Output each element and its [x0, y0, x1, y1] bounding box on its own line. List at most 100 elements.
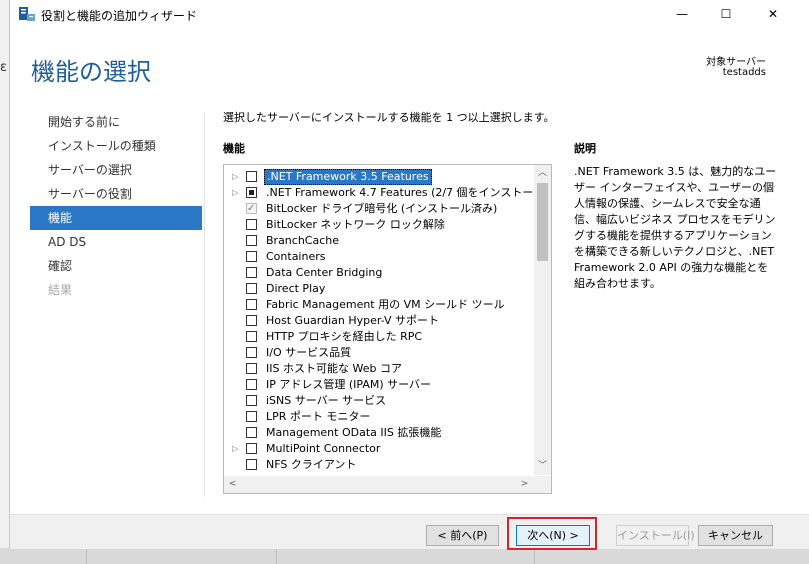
expand-arrow-icon[interactable]: ▷ [232, 441, 242, 457]
feature-checkbox[interactable] [246, 443, 257, 454]
feature-checkbox[interactable] [246, 395, 257, 406]
background-taskbar-segment [0, 548, 87, 564]
feature-row[interactable]: BitLocker ドライブ暗号化 (インストール済み) [224, 201, 532, 217]
feature-row[interactable]: I/O サービス品質 [224, 345, 532, 361]
target-server-label: 対象サーバー [706, 57, 766, 68]
feature-label[interactable]: IIS ホスト可能な Web コア [266, 361, 402, 377]
feature-checkbox[interactable] [246, 267, 257, 278]
feature-label[interactable]: .NET Framework 3.5 Features [264, 169, 432, 185]
nav-item-server-selection[interactable]: サーバーの選択 [30, 158, 202, 182]
page-title: 機能の選択 [31, 58, 151, 86]
target-server-value: testadds [722, 67, 766, 78]
feature-row[interactable]: Direct Play [224, 281, 532, 297]
feature-checkbox[interactable] [246, 171, 257, 182]
next-button-highlight-box [507, 517, 597, 550]
feature-label[interactable]: HTTP プロキシを経由した RPC [266, 329, 422, 345]
feature-row[interactable]: ▷ .NET Framework 4.7 Features (2/7 個をインスト… [224, 185, 551, 201]
feature-row[interactable]: Fabric Management 用の VM シールド ツール [224, 297, 532, 313]
server-manager-icon [19, 7, 35, 21]
background-window-edge [0, 0, 9, 564]
feature-checkbox[interactable] [246, 187, 257, 198]
nav-item-installation-type[interactable]: インストールの種類 [30, 134, 202, 158]
feature-checkbox[interactable] [246, 363, 257, 374]
title-bar[interactable]: 役割と機能の追加ウィザード — ☐ ✕ [10, 0, 809, 30]
feature-label[interactable]: Host Guardian Hyper-V サポート [266, 313, 439, 329]
features-tree[interactable]: ▷ .NET Framework 3.5 Features ▷ .NET Framew… [223, 164, 552, 494]
feature-row[interactable]: IP アドレス管理 (IPAM) サーバー [224, 377, 532, 393]
features-heading: 機能 [223, 142, 245, 155]
feature-label[interactable]: Data Center Bridging [266, 265, 382, 281]
feature-label[interactable]: MultiPoint Connector [266, 441, 380, 457]
feature-checkbox[interactable] [246, 235, 257, 246]
feature-label[interactable]: .NET Framework 4.7 Features (2/7 個をインストー… [266, 185, 551, 201]
feature-row[interactable]: Data Center Bridging [224, 265, 532, 281]
scroll-down-icon[interactable]: ﹀ [534, 458, 551, 475]
close-button[interactable]: ✕ [751, 0, 795, 28]
scroll-right-icon[interactable]: > [516, 476, 533, 493]
feature-checkbox[interactable] [246, 251, 257, 262]
feature-row[interactable]: BranchCache [224, 233, 532, 249]
minimize-button[interactable]: — [660, 0, 704, 28]
vertical-scrollbar[interactable]: ︿ ﹀ [534, 165, 551, 475]
scroll-left-icon[interactable]: < [224, 476, 241, 493]
feature-checkbox[interactable] [246, 459, 257, 470]
feature-checkbox[interactable] [246, 283, 257, 294]
feature-row[interactable]: ▷ .NET Framework 3.5 Features [224, 169, 532, 185]
feature-checkbox[interactable] [246, 347, 257, 358]
feature-label[interactable]: NFS クライアント [266, 457, 356, 473]
feature-row[interactable]: BitLocker ネットワーク ロック解除 [224, 217, 532, 233]
maximize-button[interactable]: ☐ [704, 0, 748, 28]
nav-item-features[interactable]: 機能 [30, 206, 202, 230]
feature-label[interactable]: BitLocker ネットワーク ロック解除 [266, 217, 445, 233]
feature-label[interactable]: IP アドレス管理 (IPAM) サーバー [266, 377, 431, 393]
feature-checkbox[interactable] [246, 379, 257, 390]
feature-row[interactable]: iSNS サーバー サービス [224, 393, 532, 409]
install-button: インストール(I) [616, 525, 695, 546]
nav-item-ad-ds[interactable]: AD DS [30, 230, 202, 254]
feature-label[interactable]: BranchCache [266, 233, 339, 249]
feature-checkbox[interactable] [246, 411, 257, 422]
feature-label[interactable]: Management OData IIS 拡張機能 [266, 425, 441, 441]
button-bar: < 前へ(P) 次へ(N) > インストール(I) キャンセル [10, 514, 809, 549]
screen: ε 役割と機能の追加ウィザード — ☐ ✕ 機能の選択 対象サーバー testa… [0, 0, 809, 564]
previous-button[interactable]: < 前へ(P) [426, 525, 499, 546]
scroll-up-icon[interactable]: ︿ [534, 165, 551, 182]
background-taskbar [0, 548, 809, 564]
feature-row[interactable]: NFS クライアント [224, 457, 532, 473]
feature-label[interactable]: Direct Play [266, 281, 325, 297]
instruction-text: 選択したサーバーにインストールする機能を 1 つ以上選択します。 [223, 111, 555, 124]
feature-label[interactable]: iSNS サーバー サービス [266, 393, 386, 409]
background-text-fragment: ε [0, 60, 8, 75]
cancel-button[interactable]: キャンセル [698, 525, 773, 546]
feature-row[interactable]: Host Guardian Hyper-V サポート [224, 313, 532, 329]
feature-row[interactable]: LPR ポート モニター [224, 409, 532, 425]
horizontal-scrollbar[interactable]: < > [224, 476, 551, 493]
feature-label[interactable]: Fabric Management 用の VM シールド ツール [266, 297, 505, 313]
feature-checkbox[interactable] [246, 331, 257, 342]
window-title: 役割と機能の追加ウィザード [41, 9, 198, 23]
feature-checkbox[interactable] [246, 427, 257, 438]
nav-item-server-roles[interactable]: サーバーの役割 [30, 182, 202, 206]
nav-item-results: 結果 [48, 283, 73, 297]
background-taskbar-segment [276, 548, 535, 564]
scrollbar-thumb[interactable] [537, 183, 548, 261]
feature-row[interactable]: HTTP プロキシを経由した RPC [224, 329, 532, 345]
feature-checkbox[interactable] [246, 299, 257, 310]
feature-row[interactable]: IIS ホスト可能な Web コア [224, 361, 532, 377]
feature-row[interactable]: ▷ MultiPoint Connector [224, 441, 532, 457]
description-heading: 説明 [574, 142, 596, 155]
feature-checkbox[interactable] [246, 219, 257, 230]
feature-label[interactable]: LPR ポート モニター [266, 409, 370, 425]
expand-arrow-icon[interactable]: ▷ [232, 185, 242, 201]
expand-arrow-icon[interactable]: ▷ [232, 169, 242, 185]
feature-label[interactable]: BitLocker ドライブ暗号化 (インストール済み) [266, 201, 497, 217]
feature-label[interactable]: I/O サービス品質 [266, 345, 351, 361]
feature-row[interactable]: Management OData IIS 拡張機能 [224, 425, 532, 441]
feature-row[interactable]: Containers [224, 249, 532, 265]
wizard-window: 役割と機能の追加ウィザード — ☐ ✕ 機能の選択 対象サーバー testadd… [9, 0, 809, 550]
nav-item-confirmation[interactable]: 確認 [30, 254, 202, 278]
feature-checkbox[interactable] [246, 315, 257, 326]
feature-label[interactable]: Containers [266, 249, 326, 265]
wizard-nav: 開始する前に インストールの種類 サーバーの選択 サーバーの役割 機能 AD D… [30, 110, 202, 302]
nav-item-before-you-begin[interactable]: 開始する前に [30, 110, 202, 134]
